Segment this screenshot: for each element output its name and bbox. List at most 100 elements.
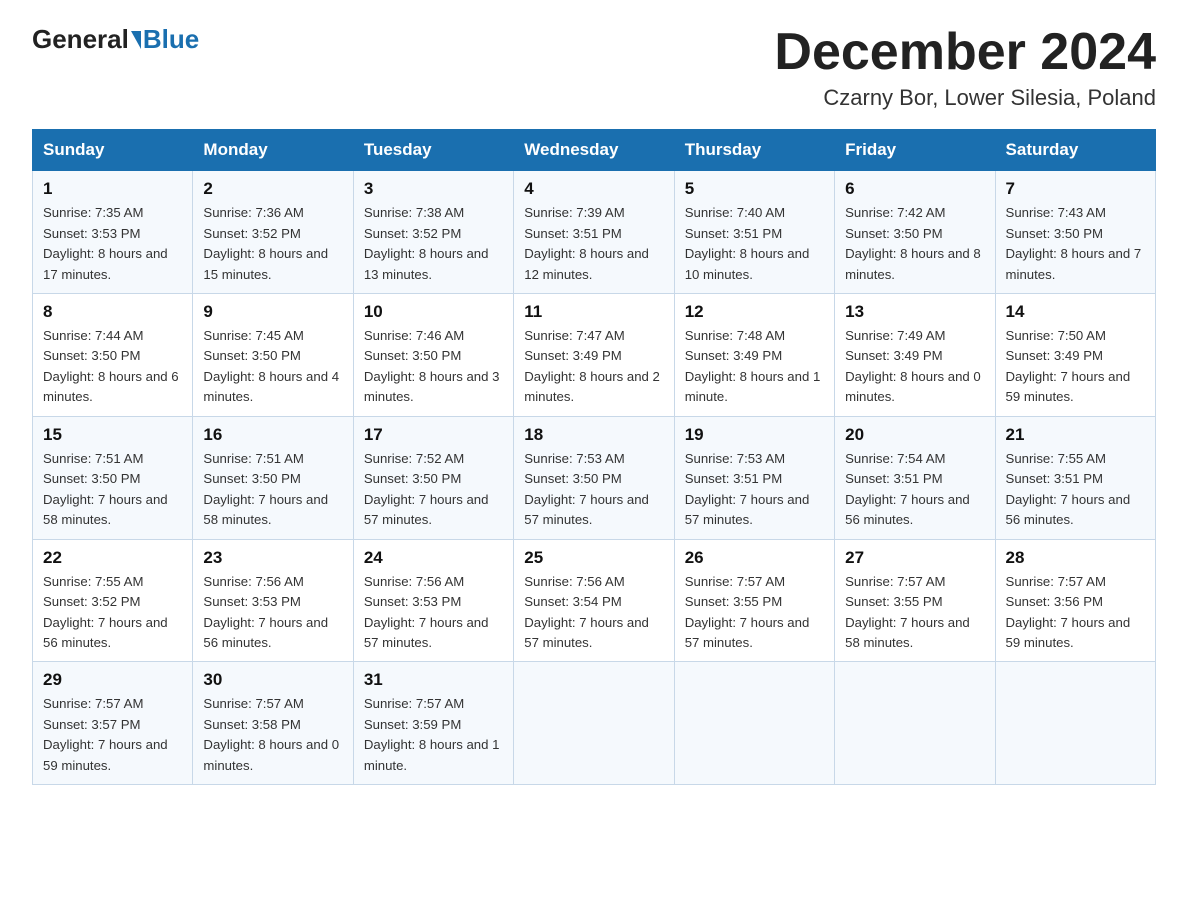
calendar-cell: 29 Sunrise: 7:57 AMSunset: 3:57 PMDayligh… [33, 662, 193, 785]
day-info: Sunrise: 7:49 AMSunset: 3:49 PMDaylight:… [845, 326, 984, 408]
calendar-cell: 28 Sunrise: 7:57 AMSunset: 3:56 PMDayligh… [995, 539, 1155, 662]
day-number: 22 [43, 548, 182, 568]
day-info: Sunrise: 7:56 AMSunset: 3:53 PMDaylight:… [364, 572, 503, 654]
day-info: Sunrise: 7:57 AMSunset: 3:57 PMDaylight:… [43, 694, 182, 776]
weekday-header-tuesday: Tuesday [353, 130, 513, 171]
calendar-cell: 16 Sunrise: 7:51 AMSunset: 3:50 PMDayligh… [193, 416, 353, 539]
day-info: Sunrise: 7:40 AMSunset: 3:51 PMDaylight:… [685, 203, 824, 285]
calendar-cell [514, 662, 674, 785]
day-info: Sunrise: 7:56 AMSunset: 3:54 PMDaylight:… [524, 572, 663, 654]
day-number: 19 [685, 425, 824, 445]
weekday-header-saturday: Saturday [995, 130, 1155, 171]
day-info: Sunrise: 7:52 AMSunset: 3:50 PMDaylight:… [364, 449, 503, 531]
day-number: 9 [203, 302, 342, 322]
day-number: 17 [364, 425, 503, 445]
day-info: Sunrise: 7:57 AMSunset: 3:55 PMDaylight:… [685, 572, 824, 654]
calendar-cell: 23 Sunrise: 7:56 AMSunset: 3:53 PMDayligh… [193, 539, 353, 662]
logo-arrow-icon [131, 31, 141, 49]
calendar-cell: 6Sunrise: 7:42 AMSunset: 3:50 PMDaylight… [835, 171, 995, 294]
day-info: Sunrise: 7:57 AMSunset: 3:59 PMDaylight:… [364, 694, 503, 776]
calendar-cell [674, 662, 834, 785]
day-info: Sunrise: 7:47 AMSunset: 3:49 PMDaylight:… [524, 326, 663, 408]
day-number: 5 [685, 179, 824, 199]
day-number: 13 [845, 302, 984, 322]
day-info: Sunrise: 7:43 AMSunset: 3:50 PMDaylight:… [1006, 203, 1145, 285]
calendar-cell: 22 Sunrise: 7:55 AMSunset: 3:52 PMDayligh… [33, 539, 193, 662]
weekday-header-row: SundayMondayTuesdayWednesdayThursdayFrid… [33, 130, 1156, 171]
day-info: Sunrise: 7:51 AMSunset: 3:50 PMDaylight:… [203, 449, 342, 531]
calendar-cell: 26 Sunrise: 7:57 AMSunset: 3:55 PMDayligh… [674, 539, 834, 662]
page-header: General Blue December 2024 Czarny Bor, L… [32, 24, 1156, 111]
calendar-cell: 21Sunrise: 7:55 AMSunset: 3:51 PMDayligh… [995, 416, 1155, 539]
calendar-cell: 31Sunrise: 7:57 AMSunset: 3:59 PMDayligh… [353, 662, 513, 785]
day-number: 12 [685, 302, 824, 322]
day-info: Sunrise: 7:57 AMSunset: 3:55 PMDaylight:… [845, 572, 984, 654]
weekday-header-thursday: Thursday [674, 130, 834, 171]
day-info: Sunrise: 7:57 AMSunset: 3:58 PMDaylight:… [203, 694, 342, 776]
day-number: 29 [43, 670, 182, 690]
calendar-cell: 30Sunrise: 7:57 AMSunset: 3:58 PMDayligh… [193, 662, 353, 785]
day-number: 26 [685, 548, 824, 568]
day-info: Sunrise: 7:55 AMSunset: 3:51 PMDaylight:… [1006, 449, 1145, 531]
day-number: 24 [364, 548, 503, 568]
day-number: 23 [203, 548, 342, 568]
day-number: 8 [43, 302, 182, 322]
day-info: Sunrise: 7:39 AMSunset: 3:51 PMDaylight:… [524, 203, 663, 285]
calendar-cell: 5 Sunrise: 7:40 AMSunset: 3:51 PMDaylight… [674, 171, 834, 294]
day-info: Sunrise: 7:56 AMSunset: 3:53 PMDaylight:… [203, 572, 342, 654]
day-number: 25 [524, 548, 663, 568]
weekday-header-sunday: Sunday [33, 130, 193, 171]
day-number: 2 [203, 179, 342, 199]
calendar-cell: 12 Sunrise: 7:48 AMSunset: 3:49 PMDayligh… [674, 294, 834, 417]
day-info: Sunrise: 7:54 AMSunset: 3:51 PMDaylight:… [845, 449, 984, 531]
day-number: 18 [524, 425, 663, 445]
calendar-week-row: 29 Sunrise: 7:57 AMSunset: 3:57 PMDayligh… [33, 662, 1156, 785]
day-info: Sunrise: 7:51 AMSunset: 3:50 PMDaylight:… [43, 449, 182, 531]
day-number: 14 [1006, 302, 1145, 322]
day-number: 1 [43, 179, 182, 199]
calendar-cell: 8 Sunrise: 7:44 AMSunset: 3:50 PMDaylight… [33, 294, 193, 417]
day-number: 27 [845, 548, 984, 568]
day-info: Sunrise: 7:53 AMSunset: 3:50 PMDaylight:… [524, 449, 663, 531]
day-number: 10 [364, 302, 503, 322]
month-title: December 2024 [774, 24, 1156, 81]
calendar-cell: 9 Sunrise: 7:45 AMSunset: 3:50 PMDaylight… [193, 294, 353, 417]
logo: General Blue [32, 24, 199, 55]
day-info: Sunrise: 7:48 AMSunset: 3:49 PMDaylight:… [685, 326, 824, 408]
calendar-cell: 11 Sunrise: 7:47 AMSunset: 3:49 PMDayligh… [514, 294, 674, 417]
calendar-cell: 4 Sunrise: 7:39 AMSunset: 3:51 PMDaylight… [514, 171, 674, 294]
day-number: 7 [1006, 179, 1145, 199]
title-area: December 2024 Czarny Bor, Lower Silesia,… [774, 24, 1156, 111]
day-number: 15 [43, 425, 182, 445]
day-number: 4 [524, 179, 663, 199]
calendar-cell [835, 662, 995, 785]
day-number: 11 [524, 302, 663, 322]
calendar-cell: 3Sunrise: 7:38 AMSunset: 3:52 PMDaylight… [353, 171, 513, 294]
calendar-cell: 10 Sunrise: 7:46 AMSunset: 3:50 PMDayligh… [353, 294, 513, 417]
day-info: Sunrise: 7:44 AMSunset: 3:50 PMDaylight:… [43, 326, 182, 408]
calendar-week-row: 8 Sunrise: 7:44 AMSunset: 3:50 PMDaylight… [33, 294, 1156, 417]
day-number: 28 [1006, 548, 1145, 568]
day-info: Sunrise: 7:42 AMSunset: 3:50 PMDaylight:… [845, 203, 984, 285]
calendar-week-row: 22 Sunrise: 7:55 AMSunset: 3:52 PMDayligh… [33, 539, 1156, 662]
logo-blue-text: Blue [143, 24, 199, 55]
calendar-cell: 20Sunrise: 7:54 AMSunset: 3:51 PMDayligh… [835, 416, 995, 539]
calendar-cell: 17 Sunrise: 7:52 AMSunset: 3:50 PMDayligh… [353, 416, 513, 539]
logo-general-text: General [32, 24, 129, 55]
day-number: 16 [203, 425, 342, 445]
calendar-cell: 7 Sunrise: 7:43 AMSunset: 3:50 PMDaylight… [995, 171, 1155, 294]
calendar-cell: 13 Sunrise: 7:49 AMSunset: 3:49 PMDayligh… [835, 294, 995, 417]
day-info: Sunrise: 7:53 AMSunset: 3:51 PMDaylight:… [685, 449, 824, 531]
calendar-table: SundayMondayTuesdayWednesdayThursdayFrid… [32, 129, 1156, 785]
weekday-header-friday: Friday [835, 130, 995, 171]
day-info: Sunrise: 7:57 AMSunset: 3:56 PMDaylight:… [1006, 572, 1145, 654]
day-info: Sunrise: 7:36 AMSunset: 3:52 PMDaylight:… [203, 203, 342, 285]
day-info: Sunrise: 7:46 AMSunset: 3:50 PMDaylight:… [364, 326, 503, 408]
day-info: Sunrise: 7:38 AMSunset: 3:52 PMDaylight:… [364, 203, 503, 285]
calendar-week-row: 15 Sunrise: 7:51 AMSunset: 3:50 PMDayligh… [33, 416, 1156, 539]
weekday-header-wednesday: Wednesday [514, 130, 674, 171]
calendar-cell: 1Sunrise: 7:35 AMSunset: 3:53 PMDaylight… [33, 171, 193, 294]
day-info: Sunrise: 7:55 AMSunset: 3:52 PMDaylight:… [43, 572, 182, 654]
day-info: Sunrise: 7:45 AMSunset: 3:50 PMDaylight:… [203, 326, 342, 408]
day-info: Sunrise: 7:50 AMSunset: 3:49 PMDaylight:… [1006, 326, 1145, 408]
